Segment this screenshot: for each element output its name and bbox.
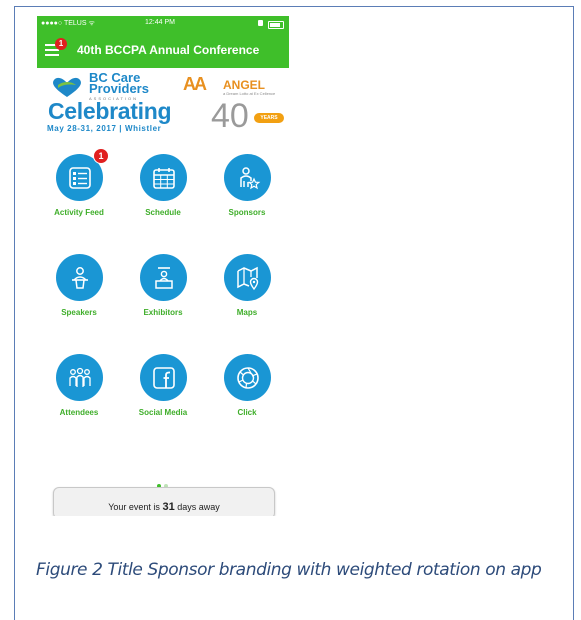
tile-social-media[interactable]: Social Media — [123, 354, 203, 444]
tile-label: Attendees — [59, 408, 99, 417]
battery-icon — [268, 21, 284, 29]
tile-label: Exhibitors — [143, 308, 183, 317]
map-pin-icon — [224, 254, 271, 301]
tile-activity-feed[interactable]: 1 Activity Feed — [39, 148, 119, 244]
calendar-icon — [140, 154, 187, 201]
status-bar: ●●●●○ TELUS ᯤ 12:44 PM — [37, 19, 289, 31]
carrier-label: ●●●●○ TELUS ᯤ — [41, 20, 95, 27]
exhibitor-booth-icon — [140, 254, 187, 301]
sponsor-star-icon — [224, 154, 271, 201]
app-title: 40th BCCPA Annual Conference — [77, 43, 260, 57]
phone-screenshot: ●●●●○ TELUS ᯤ 12:44 PM 1 40th BCCPA Annu… — [37, 16, 289, 516]
facebook-icon — [140, 354, 187, 401]
anniversary-number: 40 — [211, 97, 249, 135]
org-name: BC Care Providers — [89, 71, 149, 96]
celebrating-title: Celebrating — [48, 98, 172, 124]
sponsor-name: ANGEL — [223, 78, 265, 92]
figure-caption: Figure 2 Title Sponsor branding with wei… — [36, 560, 542, 580]
tile-schedule[interactable]: Schedule — [123, 154, 203, 244]
page-indicator[interactable] — [157, 475, 177, 488]
sponsor-logo-mark: AA — [183, 74, 207, 94]
tile-exhibitors[interactable]: Exhibitors — [123, 254, 203, 344]
tile-label: Speakers — [61, 308, 97, 317]
tile-maps[interactable]: Maps — [207, 254, 287, 344]
sponsor-banner[interactable]: BC Care Providers ASSOCIATION AA ANGEL a… — [37, 69, 289, 139]
tile-label: Activity Feed — [54, 208, 104, 217]
tile-click[interactable]: Click — [207, 354, 287, 444]
countdown-prefix: Your event is — [108, 502, 160, 512]
countdown-suffix: days away — [177, 502, 220, 512]
countdown-text: Your event is 31 days away — [54, 501, 274, 513]
sponsor-tagline: a Dream Lotto at Ex Cellence — [223, 91, 276, 96]
app-header: ●●●●○ TELUS ᯤ 12:44 PM 1 40th BCCPA Annu… — [37, 16, 289, 68]
years-badge: YEARS — [254, 113, 284, 123]
tile-label: Sponsors — [228, 208, 266, 217]
lock-icon — [258, 20, 263, 26]
tile-sponsors[interactable]: Sponsors — [207, 154, 287, 244]
menu-notification-badge: 1 — [55, 38, 67, 50]
attendees-icon — [56, 354, 103, 401]
event-dates: May 28-31, 2017 | Whistler — [47, 124, 162, 133]
countdown-card: Your event is 31 days away — [53, 487, 275, 516]
tile-label: Click — [237, 408, 257, 417]
tile-label: Social Media — [138, 408, 188, 417]
org-name-line2: Providers — [89, 81, 149, 96]
countdown-days: 31 — [162, 501, 175, 513]
bccpa-heart-logo-icon — [53, 77, 81, 97]
activity-feed-badge: 1 — [93, 148, 109, 164]
tile-label: Maps — [236, 308, 258, 317]
tile-speakers[interactable]: Speakers — [39, 254, 119, 344]
camera-shutter-icon — [224, 354, 271, 401]
speaker-podium-icon — [56, 254, 103, 301]
tile-attendees[interactable]: Attendees — [39, 354, 119, 444]
tile-label: Schedule — [145, 208, 181, 217]
clock: 12:44 PM — [145, 19, 175, 26]
